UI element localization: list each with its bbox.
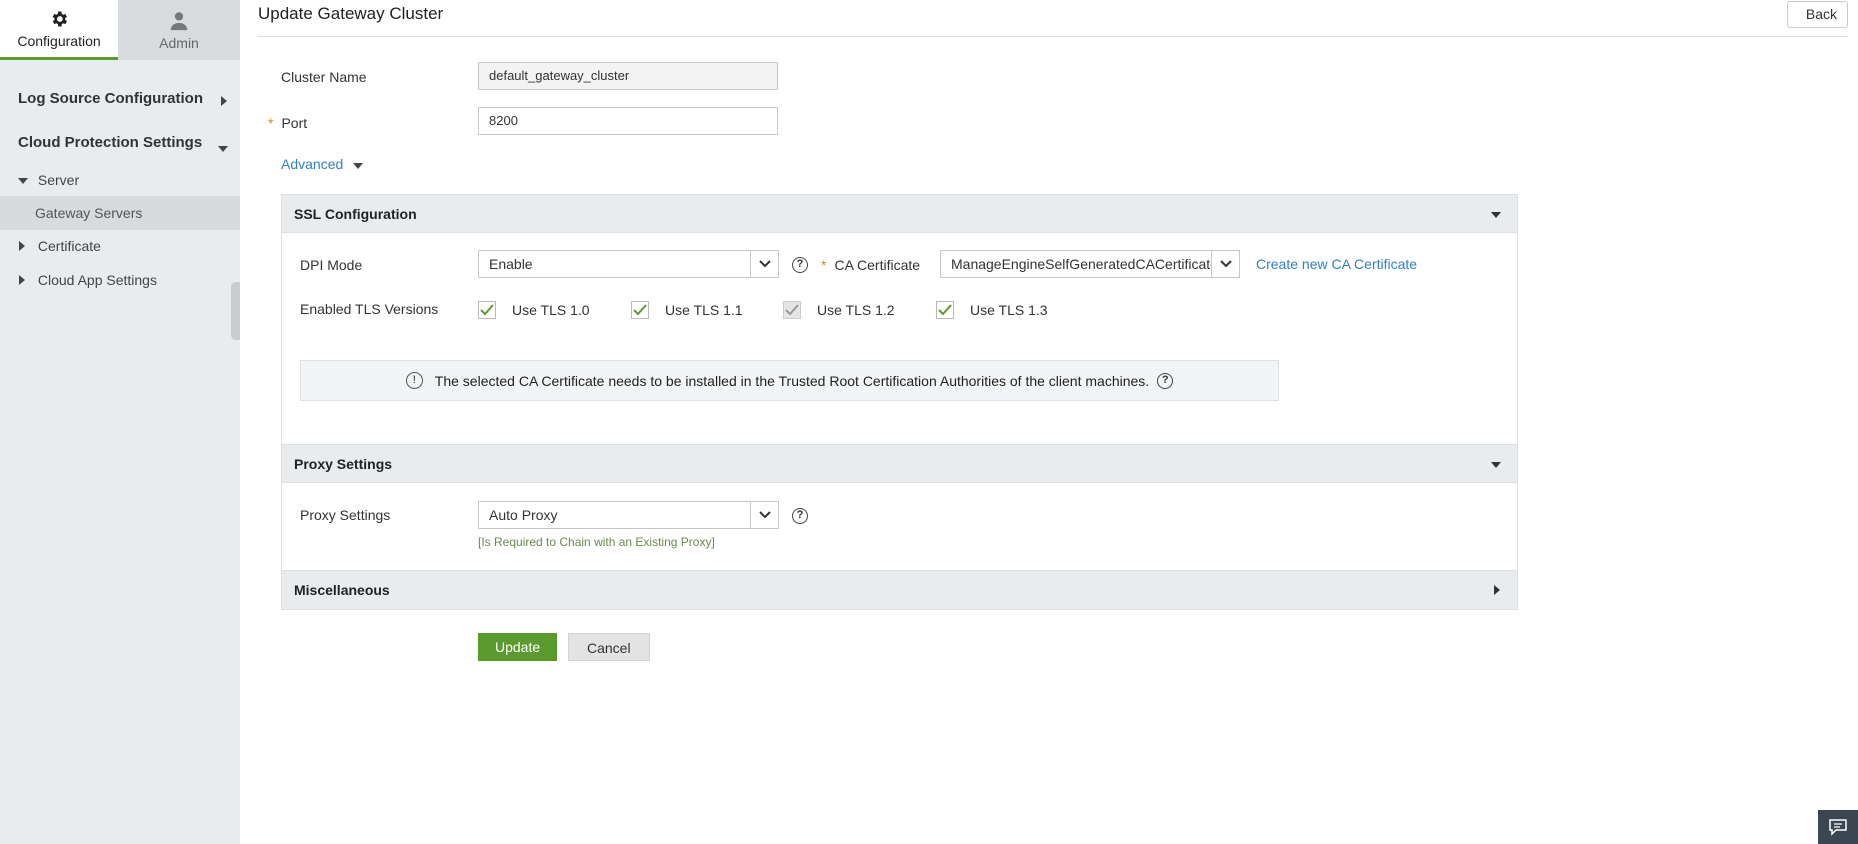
caret-down-icon — [218, 140, 228, 157]
chat-button[interactable] — [1818, 810, 1858, 844]
sidebar-item-certificate-label: Certificate — [37, 238, 101, 254]
page-title: Update Gateway Cluster — [258, 4, 444, 23]
sidebar-item-gateway-servers-label: Gateway Servers — [35, 205, 143, 221]
cluster-name-input[interactable]: default_gateway_cluster — [478, 62, 778, 90]
caret-right-icon — [220, 93, 228, 110]
sidebar: Configuration Admin Log Source Configura… — [0, 0, 240, 844]
help-icon[interactable]: ? — [792, 257, 808, 273]
port-input[interactable]: 8200 — [478, 107, 778, 135]
sidebar-item-server-label: Server — [37, 172, 80, 188]
caret-down-icon — [1491, 195, 1501, 233]
help-icon[interactable]: ? — [792, 508, 808, 524]
sidebar-item-cloud-app-settings-label: Cloud App Settings — [37, 272, 157, 288]
tls-1-3-option[interactable]: Use TLS 1.3 — [936, 301, 1048, 319]
cancel-button[interactable]: Cancel — [568, 633, 650, 661]
main-content: Update Gateway Cluster Back Cluster Name… — [240, 0, 1858, 844]
required-marker: * — [268, 115, 274, 131]
caret-down-icon — [1491, 445, 1501, 483]
tls-1-2-checkbox — [783, 301, 801, 319]
ssl-panel: SSL Configuration — [281, 194, 1518, 445]
tls-1-3-label: Use TLS 1.3 — [970, 302, 1048, 318]
port-label-text: Port — [281, 115, 308, 131]
gear-icon — [49, 8, 69, 30]
proxy-hint: [Is Required to Chain with an Existing P… — [478, 535, 715, 549]
sidebar-item-cloud-protection[interactable]: Cloud Protection Settings — [18, 134, 228, 152]
misc-panel-title: Miscellaneous — [294, 582, 390, 598]
sidebar-item-server[interactable]: Server — [18, 172, 79, 188]
update-button[interactable]: Update — [478, 633, 558, 661]
chat-icon — [1829, 819, 1847, 836]
ca-info-text: The selected CA Certificate needs to be … — [434, 372, 1150, 389]
tls-1-1-checkbox[interactable] — [631, 301, 649, 319]
tls-1-1-label: Use TLS 1.1 — [665, 302, 743, 318]
ca-certificate-label-text: CA Certificate — [834, 257, 921, 273]
port-label: * Port — [268, 115, 307, 131]
checkmark-icon — [938, 304, 952, 316]
page-header: Update Gateway Cluster Back — [258, 0, 1848, 37]
caret-down-icon — [18, 172, 30, 188]
user-icon — [168, 10, 190, 32]
chevron-down-icon — [750, 502, 778, 528]
tls-1-3-checkbox[interactable] — [936, 301, 954, 319]
ca-info-box: ! The selected CA Certificate needs to b… — [300, 360, 1279, 401]
misc-panel-header[interactable]: Miscellaneous — [282, 571, 1517, 609]
dpi-mode-value: Enable — [489, 256, 533, 272]
sidebar-item-log-source[interactable]: Log Source Configuration — [18, 90, 228, 107]
proxy-panel-title: Proxy Settings — [294, 456, 393, 472]
tls-1-0-checkbox[interactable] — [478, 301, 496, 319]
ca-certificate-label: * CA Certificate — [821, 257, 920, 273]
tab-configuration-label: Configuration — [17, 33, 101, 49]
create-ca-certificate-link[interactable]: Create new CA Certificate — [1256, 256, 1417, 272]
proxy-settings-label: Proxy Settings — [300, 507, 391, 523]
tls-1-2-label: Use TLS 1.2 — [817, 302, 895, 318]
tab-admin[interactable]: Admin — [118, 0, 240, 60]
chevron-down-icon — [1211, 251, 1239, 277]
required-marker: * — [821, 257, 827, 273]
tls-1-0-option[interactable]: Use TLS 1.0 — [478, 301, 590, 319]
tls-versions-label: Enabled TLS Versions — [300, 301, 439, 317]
help-icon[interactable]: ? — [1157, 372, 1174, 389]
tls-1-1-option[interactable]: Use TLS 1.1 — [631, 301, 743, 319]
sidebar-item-certificate[interactable]: Certificate — [18, 238, 101, 254]
checkmark-icon — [785, 304, 799, 316]
ssl-panel-header[interactable]: SSL Configuration — [282, 195, 1517, 233]
proxy-panel: Proxy Settings — [281, 444, 1518, 571]
info-icon: ! — [405, 372, 423, 389]
sidebar-item-log-source-label: Log Source Configuration — [18, 90, 203, 107]
caret-right-icon — [1493, 571, 1501, 609]
dpi-mode-label: DPI Mode — [300, 257, 363, 273]
ssl-panel-title: SSL Configuration — [294, 206, 417, 222]
advanced-label: Advanced — [281, 156, 344, 172]
sidebar-item-cloud-app-settings[interactable]: Cloud App Settings — [18, 272, 157, 288]
caret-down-icon — [353, 157, 364, 173]
back-button[interactable]: Back — [1786, 1, 1848, 28]
tls-1-0-label: Use TLS 1.0 — [512, 302, 590, 318]
proxy-settings-select[interactable]: Auto Proxy — [478, 501, 779, 529]
tab-configuration[interactable]: Configuration — [0, 0, 118, 60]
top-tabs: Configuration Admin — [0, 0, 240, 60]
sidebar-item-cloud-protection-label: Cloud Protection Settings — [18, 134, 203, 151]
tls-1-2-option: Use TLS 1.2 — [783, 301, 895, 319]
caret-right-icon — [18, 238, 30, 254]
sidebar-item-gateway-servers[interactable]: Gateway Servers — [0, 196, 240, 230]
proxy-panel-header[interactable]: Proxy Settings — [282, 445, 1517, 483]
chevron-down-icon — [750, 251, 778, 277]
checkmark-icon — [480, 304, 494, 316]
ca-certificate-value: ManageEngineSelfGeneratedCACertificate — [951, 256, 1218, 272]
dpi-mode-select[interactable]: Enable — [478, 250, 779, 278]
sidebar-collapse-handle[interactable] — [231, 282, 240, 340]
advanced-toggle[interactable]: Advanced — [281, 156, 364, 173]
checkmark-icon — [633, 304, 647, 316]
cluster-name-label: Cluster Name — [281, 69, 367, 85]
ca-certificate-select[interactable]: ManageEngineSelfGeneratedCACertificate — [940, 250, 1240, 278]
proxy-settings-value: Auto Proxy — [489, 507, 558, 523]
caret-right-icon — [18, 272, 30, 288]
tab-admin-label: Admin — [159, 34, 199, 51]
misc-panel: Miscellaneous — [281, 570, 1518, 610]
